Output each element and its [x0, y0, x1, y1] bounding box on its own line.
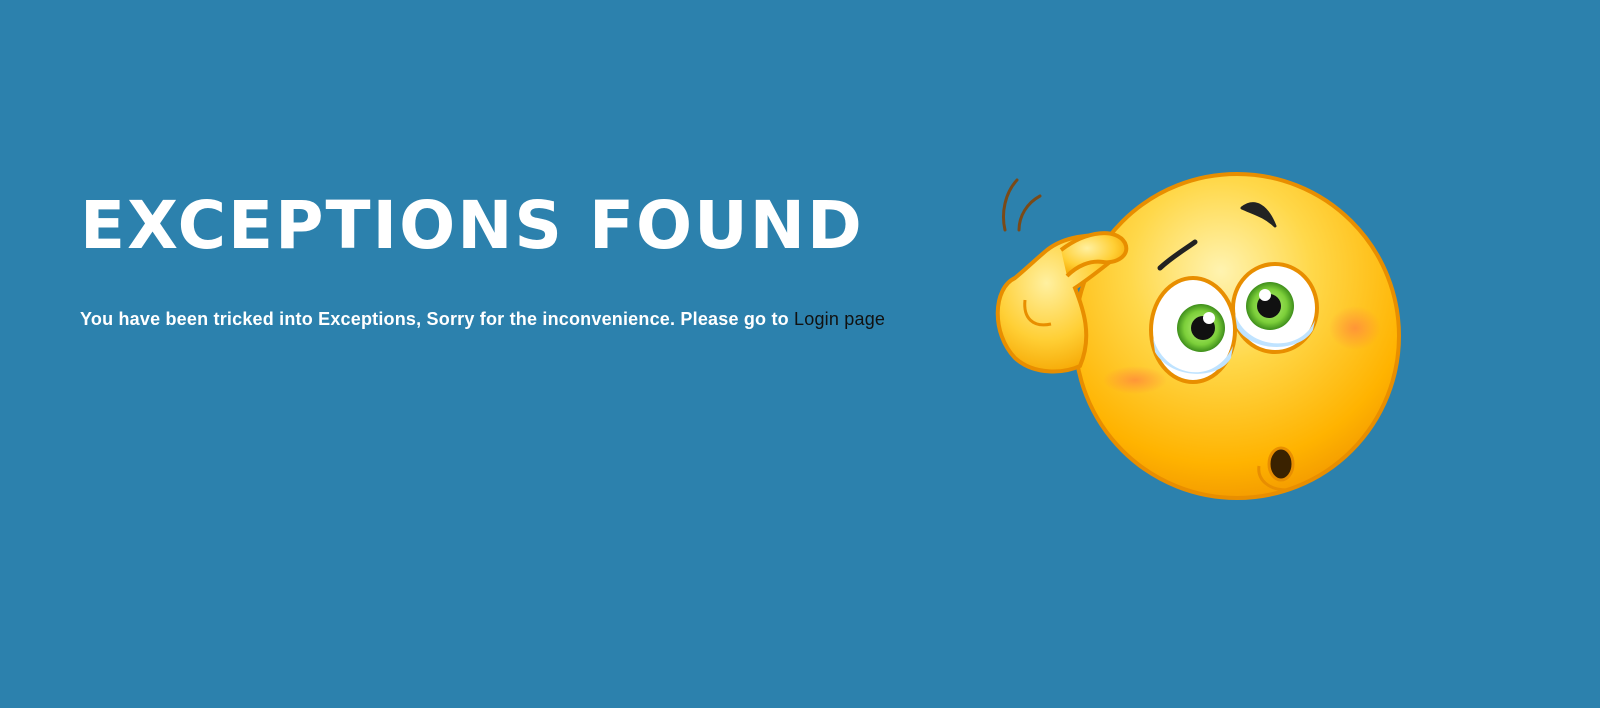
- page-title: EXCEPTIONS FOUND: [80, 187, 864, 264]
- exception-message-text: You have been tricked into Exceptions, S…: [80, 308, 795, 329]
- exception-message: You have been tricked into Exceptions, S…: [80, 309, 980, 330]
- confused-face-icon: [995, 172, 1401, 500]
- login-page-link[interactable]: Login page: [794, 309, 885, 329]
- exception-content: EXCEPTIONS FOUND You have been tricked i…: [80, 187, 980, 330]
